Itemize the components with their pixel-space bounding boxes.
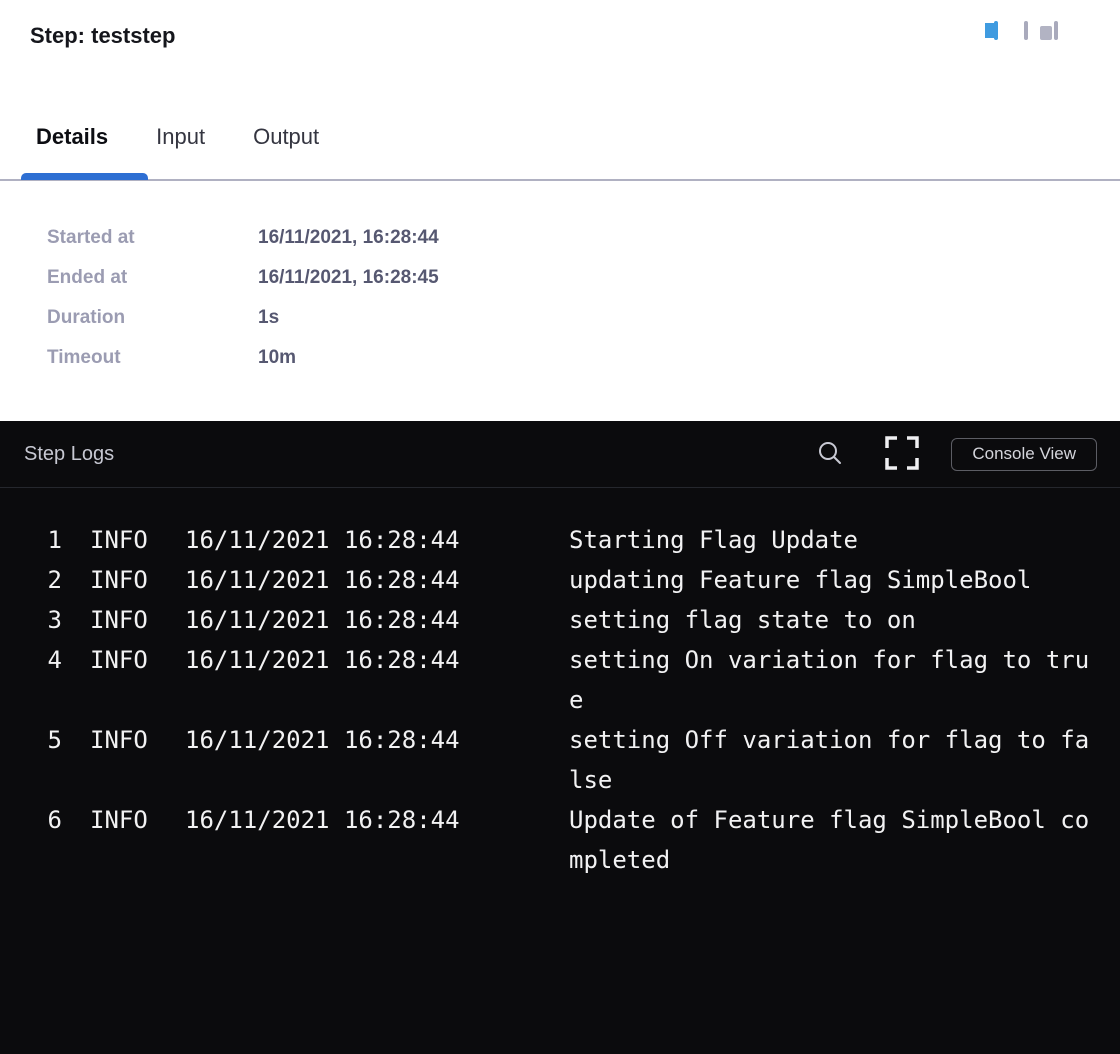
log-row: 4 INFO 16/11/2021 16:28:44 setting On va… — [0, 640, 1120, 720]
log-message: setting On variation for flag to true — [569, 640, 1092, 720]
detail-value: 10m — [258, 347, 296, 368]
tab-details[interactable]: Details — [36, 121, 108, 153]
search-button[interactable] — [818, 441, 842, 468]
log-row: 3 INFO 16/11/2021 16:28:44 setting flag … — [0, 600, 1120, 640]
log-message: setting flag state to on — [569, 600, 1092, 640]
log-message: setting Off variation for flag to false — [569, 720, 1092, 800]
log-level: INFO — [90, 640, 185, 680]
log-line-number: 4 — [24, 640, 62, 680]
log-level: INFO — [90, 600, 185, 640]
expand-icon — [884, 435, 920, 471]
step-logs-section: Step Logs Console View 1 INFO 16/11/2021… — [0, 421, 1120, 1054]
detail-row: Duration1s — [47, 298, 439, 338]
tab-divider — [0, 179, 1120, 181]
log-level: INFO — [90, 720, 185, 760]
tab-input[interactable]: Input — [156, 121, 205, 153]
log-message: updating Feature flag SimpleBool — [569, 560, 1092, 600]
detail-label: Started at — [47, 218, 258, 258]
floating-view-icon — [1054, 21, 1058, 40]
log-row: 5 INFO 16/11/2021 16:28:44 setting Off v… — [0, 720, 1120, 800]
log-row: 2 INFO 16/11/2021 16:28:44 updating Feat… — [0, 560, 1120, 600]
detail-label: Timeout — [47, 338, 258, 378]
log-line-number: 3 — [24, 600, 62, 640]
log-level: INFO — [90, 560, 185, 600]
log-timestamp: 16/11/2021 16:28:44 — [185, 600, 569, 640]
step-detail-panel: Step: teststep Details Input Output Star… — [0, 0, 1120, 421]
split-right-view-icon — [994, 21, 998, 40]
log-timestamp: 16/11/2021 16:28:44 — [185, 800, 569, 840]
split-right-view-button[interactable] — [994, 23, 998, 38]
log-timestamp: 16/11/2021 16:28:44 — [185, 520, 569, 560]
log-line-number: 6 — [24, 800, 62, 840]
log-line-number: 5 — [24, 720, 62, 760]
detail-row: Timeout10m — [47, 338, 439, 378]
page-title: Step: teststep — [30, 22, 175, 50]
step-logs-title: Step Logs — [24, 443, 114, 466]
console-view-button[interactable]: Console View — [951, 438, 1097, 471]
detail-value: 16/11/2021, 16:28:45 — [258, 267, 439, 288]
log-level: INFO — [90, 520, 185, 560]
log-line-number: 2 — [24, 560, 62, 600]
log-message: Update of Feature flag SimpleBool comple… — [569, 800, 1092, 880]
log-timestamp: 16/11/2021 16:28:44 — [185, 640, 569, 680]
tab-output[interactable]: Output — [253, 121, 319, 153]
bottom-view-button[interactable] — [1024, 23, 1028, 38]
detail-value: 1s — [258, 307, 279, 328]
log-row: 6 INFO 16/11/2021 16:28:44 Update of Fea… — [0, 800, 1120, 880]
search-icon — [818, 441, 842, 465]
log-message: Starting Flag Update — [569, 520, 1092, 560]
detail-label: Ended at — [47, 258, 258, 298]
log-timestamp: 16/11/2021 16:28:44 — [185, 720, 569, 760]
floating-view-button[interactable] — [1054, 23, 1058, 38]
step-logs-body: 1 INFO 16/11/2021 16:28:44 Starting Flag… — [0, 488, 1120, 880]
detail-label: Duration — [47, 298, 258, 338]
detail-row: Started at16/11/2021, 16:28:44 — [47, 218, 439, 258]
detail-row: Ended at16/11/2021, 16:28:45 — [47, 258, 439, 298]
detail-value: 16/11/2021, 16:28:44 — [258, 227, 439, 248]
log-level: INFO — [90, 800, 185, 840]
active-tab-underline — [21, 173, 148, 180]
panel-layout-controls — [994, 23, 1084, 38]
tab-bar: Details Input Output — [36, 121, 319, 153]
step-logs-header: Step Logs Console View — [0, 421, 1120, 488]
log-timestamp: 16/11/2021 16:28:44 — [185, 560, 569, 600]
log-row: 1 INFO 16/11/2021 16:28:44 Starting Flag… — [0, 520, 1120, 560]
fullscreen-button[interactable] — [884, 435, 920, 474]
bottom-view-icon — [1024, 21, 1028, 40]
details-grid: Started at16/11/2021, 16:28:44 Ended at1… — [47, 218, 439, 378]
log-line-number: 1 — [24, 520, 62, 560]
